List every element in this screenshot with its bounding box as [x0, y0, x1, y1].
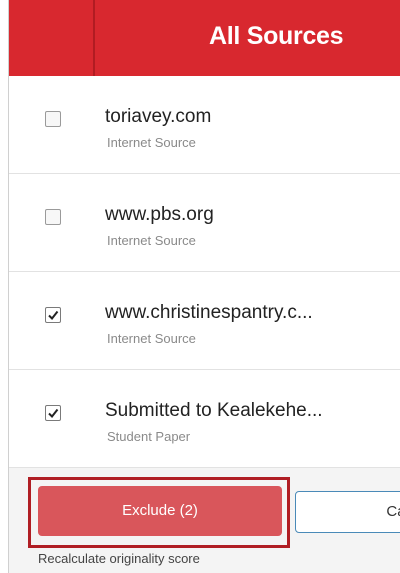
source-type: Internet Source	[107, 135, 196, 150]
source-checkbox[interactable]	[45, 111, 61, 127]
source-name: Submitted to Kealekehe...	[105, 400, 323, 421]
source-name: toriavey.com	[105, 106, 212, 127]
page-title: All Sources	[209, 22, 344, 50]
source-list: toriavey.com Internet Source www.pbs.org…	[9, 76, 400, 468]
exclude-button[interactable]: Exclude (2)	[38, 486, 282, 536]
source-item[interactable]: toriavey.com Internet Source	[9, 76, 400, 174]
source-type: Internet Source	[107, 331, 196, 346]
source-type: Internet Source	[107, 233, 196, 248]
action-footer: Exclude (2) Ca Recalculate originality s…	[9, 468, 400, 573]
source-type: Student Paper	[107, 429, 191, 444]
source-checkbox[interactable]	[45, 209, 61, 225]
header-left-block	[9, 0, 95, 76]
recalculate-note: Recalculate originality score	[38, 551, 200, 566]
source-item[interactable]: Submitted to Kealekehe... Student Paper	[9, 370, 400, 468]
check-icon	[48, 408, 59, 419]
source-checkbox[interactable]	[45, 307, 61, 323]
left-panel-edge	[0, 0, 9, 573]
source-name: www.christinespantry.c...	[105, 302, 313, 323]
sources-header: All Sources	[9, 0, 400, 76]
source-checkbox[interactable]	[45, 405, 61, 421]
source-item[interactable]: www.christinespantry.c... Internet Sourc…	[9, 272, 400, 370]
cancel-button[interactable]: Ca	[295, 491, 400, 533]
source-name: www.pbs.org	[105, 204, 214, 225]
check-icon	[48, 310, 59, 321]
source-item[interactable]: www.pbs.org Internet Source	[9, 174, 400, 272]
